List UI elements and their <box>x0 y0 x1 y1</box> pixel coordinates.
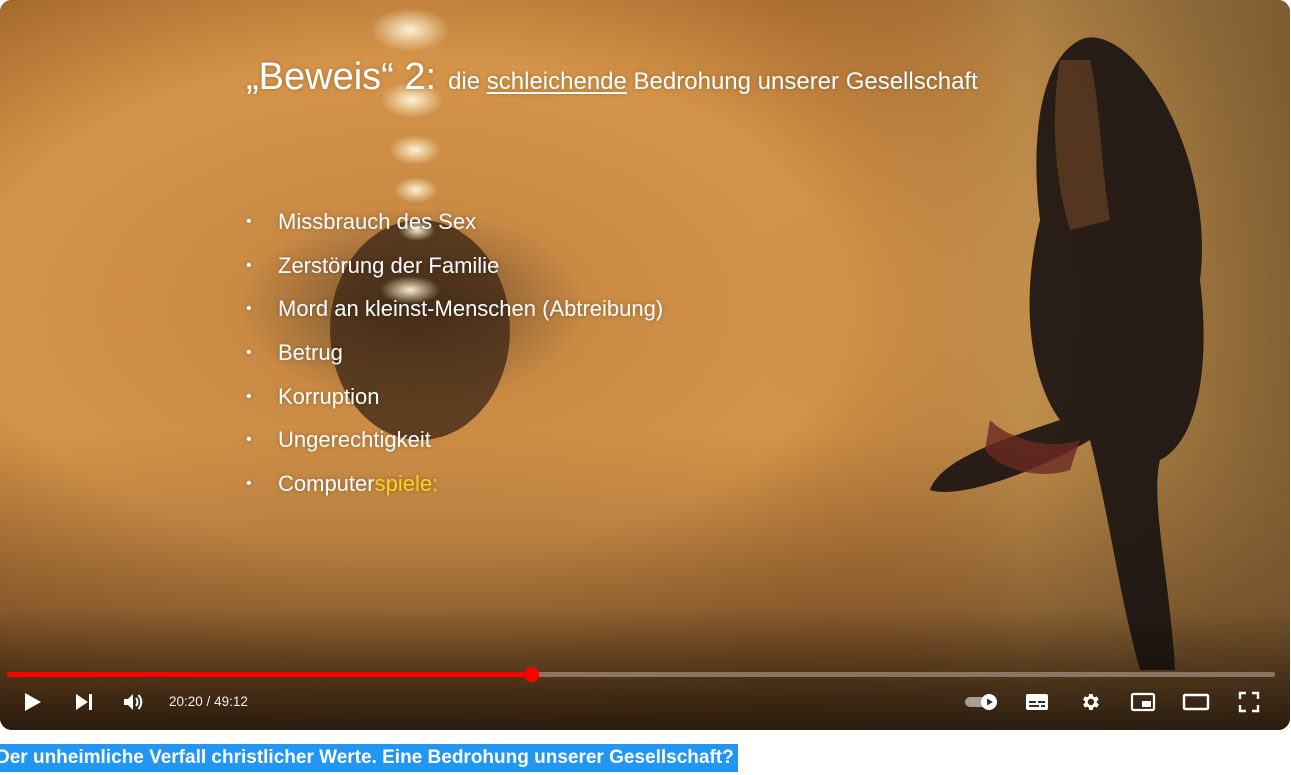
miniplayer-button[interactable] <box>1125 684 1161 720</box>
slide-bullet-highlight: spiele: <box>374 470 439 496</box>
theater-mode-button[interactable] <box>1178 684 1214 720</box>
progress-bar[interactable] <box>7 667 1275 682</box>
settings-button[interactable] <box>1072 684 1108 720</box>
bullet-dot: • <box>246 300 252 318</box>
slide-bullet-text: Zerstörung der Familie <box>278 252 500 278</box>
slide-bullet-text: Korruption <box>278 383 380 409</box>
mute-button[interactable] <box>117 684 153 720</box>
bullet-dot: • <box>246 431 252 449</box>
slide-title-subtitle: die schleichende Bedrohung unserer Gesel… <box>448 68 978 95</box>
slide-bullet: • Zerstörung der Familie <box>246 244 663 288</box>
autoplay-toggle-icon <box>965 694 997 710</box>
bullet-dot: • <box>246 212 252 230</box>
play-icon <box>25 693 41 711</box>
time-display: 20:20 / 49:12 <box>169 694 248 709</box>
time-separator: / <box>202 694 215 709</box>
slide-title-underlined: schleichende <box>486 68 627 95</box>
slide-bullet: • Betrug <box>246 331 663 375</box>
current-time: 20:20 <box>169 694 203 709</box>
miniplayer-icon <box>1130 692 1156 712</box>
fullscreen-button[interactable] <box>1231 684 1267 720</box>
play-button[interactable] <box>14 684 50 720</box>
bullet-dot: • <box>246 343 252 361</box>
slide-bullet-list: • Missbrauch des Sex • Zerstörung der Fami… <box>246 200 663 506</box>
slide-bullet-text: Betrug <box>278 339 343 365</box>
slide-bullet: • Missbrauch des Sex <box>246 200 663 244</box>
fullscreen-icon <box>1238 691 1260 713</box>
duration: 49:12 <box>214 694 248 709</box>
slide-bullet: • Korruption <box>246 375 663 419</box>
slide-bullet-text: Missbrauch des Sex <box>278 208 477 234</box>
slide-title-before: die <box>448 68 481 95</box>
slide-bullet: • Computer spiele: <box>246 462 663 506</box>
subtitles-button[interactable] <box>1019 684 1055 720</box>
slide-title-after: Bedrohung unserer Gesellschaft <box>633 68 978 95</box>
autoplay-toggle[interactable] <box>962 684 1002 720</box>
theater-mode-icon <box>1182 693 1210 711</box>
video-player[interactable]: „Beweis“ 2: die schleichende Bedrohung un… <box>0 0 1290 730</box>
slide-title: „Beweis“ 2: die schleichende Bedrohung un… <box>246 56 978 99</box>
progress-played <box>7 672 532 677</box>
next-icon <box>76 694 92 710</box>
bullet-dot: • <box>246 387 252 405</box>
bullet-dot: • <box>246 474 252 492</box>
bullet-dot: • <box>246 256 252 274</box>
slide-bullet: • Ungerechtigkeit <box>246 418 663 462</box>
slide-bullet-text-prefix: Computer <box>278 470 375 496</box>
slide-title-prefix: „Beweis“ 2: <box>246 56 437 98</box>
slide-bullet-text: Ungerechtigkeit <box>278 427 431 453</box>
subtitles-icon <box>1026 694 1048 710</box>
slide-bullet-text: Mord an kleinst-Menschen (Abtreibung) <box>278 296 664 322</box>
next-button[interactable] <box>66 684 102 720</box>
gear-icon <box>1083 694 1099 710</box>
player-controls: 20:20 / 49:12 <box>0 680 1290 726</box>
slide-bullet: • Mord an kleinst-Menschen (Abtreibung) <box>246 287 663 331</box>
volume-icon <box>124 694 143 710</box>
video-title-caption: Der unheimliche Verfall christlicher Wer… <box>0 744 738 772</box>
